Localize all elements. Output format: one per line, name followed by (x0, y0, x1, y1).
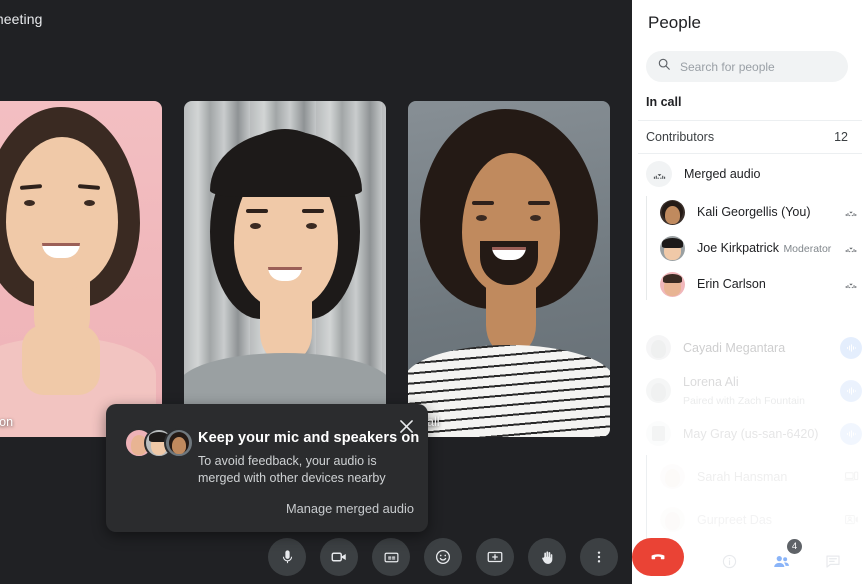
portrait-brow (246, 209, 268, 213)
presenting-camera-icon[interactable] (840, 512, 862, 527)
participant-name: Kali Georgellis (You) (697, 205, 811, 219)
participant-name: Erin Carlson (697, 277, 766, 291)
participant-name: Sarah Hansman (697, 469, 788, 484)
merged-audio-label: Merged audio (684, 167, 761, 181)
contributors-count: 12 (834, 130, 848, 144)
list-item[interactable]: Erin Carlson (660, 266, 862, 302)
contributors-label: Contributors (646, 130, 715, 144)
chat-button[interactable] (818, 546, 848, 576)
people-panel: People In call Contributors 12 Merged au… (632, 0, 862, 584)
list-item[interactable]: Cayadi Megantara (646, 326, 862, 369)
captions-button[interactable] (372, 538, 410, 576)
list-item[interactable]: Joe Kirkpatrick Moderator (660, 230, 862, 266)
list-item-text: Lorena Ali Paired with Zach Fountain (683, 373, 840, 409)
list-item[interactable]: Sarah Hansman (660, 455, 862, 498)
merged-audio-icon[interactable] (840, 277, 862, 291)
call-controls-bar (0, 530, 684, 584)
people-count-badge: 4 (787, 539, 802, 554)
portrait-eye (530, 215, 541, 221)
panel-title: People (648, 13, 701, 32)
list-item-text: Joe Kirkpatrick Moderator (697, 239, 840, 257)
avatar (660, 271, 685, 297)
merged-audio-toast: Keep your mic and speakers on To avoid f… (106, 404, 428, 532)
merged-audio-row[interactable]: Merged audio (638, 154, 862, 194)
tile-name-label: Carlson (0, 415, 14, 429)
more-options-button[interactable] (580, 538, 618, 576)
participant-name: Gurpreet Das (697, 512, 773, 527)
video-tile-grid: Carlson (0, 101, 610, 437)
portrait-hands (22, 325, 100, 395)
portrait-eye (24, 200, 35, 206)
in-call-label: In call (646, 95, 682, 109)
list-item-text: Sarah Hansman (697, 468, 840, 486)
meeting-details-button[interactable] (714, 546, 744, 576)
list-item-text: Cayadi Megantara (683, 339, 840, 357)
avatar (164, 428, 194, 458)
portrait-eye (84, 200, 95, 206)
meeting-title: meeting (0, 11, 43, 27)
video-tile[interactable]: Carlson (0, 101, 162, 437)
video-tile[interactable]: Hall (408, 101, 610, 437)
participant-role: Moderator (783, 243, 832, 255)
search-icon (657, 57, 671, 76)
merged-audio-icon[interactable] (840, 241, 862, 255)
list-item[interactable]: Lorena Ali Paired with Zach Fountain (646, 369, 862, 412)
list-item[interactable]: Kali Georgellis (You) (660, 194, 862, 230)
contributors-card: Contributors 12 Merged audio Kali George… (638, 120, 862, 302)
search-input[interactable] (680, 59, 830, 74)
toast-title: Keep your mic and speakers on (198, 430, 420, 446)
participant-name: May Gray (us-san-6420) (683, 426, 819, 441)
reactions-button[interactable] (424, 538, 462, 576)
participant-name: Lorena Ali (683, 374, 739, 389)
call-controls-group (268, 538, 684, 576)
video-stage: meeting Carlson (0, 0, 684, 584)
list-item-text: Kali Georgellis (You) (697, 203, 840, 221)
close-icon[interactable] (394, 414, 418, 438)
meet-window: meeting Carlson (0, 0, 862, 584)
manage-merged-audio-link[interactable]: Manage merged audio (286, 501, 414, 516)
portrait-brow (472, 201, 494, 205)
avatar (646, 335, 671, 360)
avatar (660, 464, 685, 489)
merged-members-group: Kali Georgellis (You) Joe Kirkpatrick Mo… (646, 194, 862, 302)
participant-name: Joe Kirkpatrick (697, 241, 779, 255)
paired-devices-group: Sarah Hansman Gurpreet Das (646, 455, 862, 541)
avatar (646, 378, 671, 403)
search-field[interactable] (646, 51, 848, 82)
toast-avatar-group (124, 428, 194, 458)
list-item[interactable]: May Gray (us-san-6420) (646, 412, 862, 455)
meeting-utility-bar: 4 (714, 539, 848, 576)
portrait-brow (528, 201, 550, 205)
participant-pairing: Paired with Zach Fountain (683, 394, 805, 407)
list-item-text: Erin Carlson (697, 275, 840, 293)
portrait-eye (476, 215, 487, 221)
avatar (660, 199, 685, 225)
raise-hand-button[interactable] (528, 538, 566, 576)
leave-call-button[interactable] (632, 538, 684, 576)
camera-button[interactable] (320, 538, 358, 576)
list-item-text: Gurpreet Das (697, 511, 840, 529)
portrait-brow (302, 209, 324, 213)
merged-audio-icon (646, 161, 672, 187)
toast-body: To avoid feedback, your audio is merged … (198, 454, 386, 485)
video-tile[interactable] (184, 101, 386, 437)
contributors-row[interactable]: Contributors 12 (638, 121, 862, 154)
audio-waveform-icon[interactable] (840, 422, 862, 445)
avatar (660, 507, 685, 532)
people-button[interactable]: 4 (766, 539, 802, 576)
participant-name: Cayadi Megantara (683, 340, 786, 355)
list-item-text: May Gray (us-san-6420) (683, 425, 840, 443)
device-pair-icon[interactable] (840, 469, 862, 484)
list-item[interactable]: Gurpreet Das (660, 498, 862, 541)
present-button[interactable] (476, 538, 514, 576)
microphone-button[interactable] (268, 538, 306, 576)
avatar (660, 235, 685, 261)
portrait-eye (306, 223, 317, 229)
merged-audio-icon[interactable] (840, 205, 862, 219)
other-participants-list: Cayadi Megantara Lorena Ali Paired with … (646, 326, 862, 541)
portrait-eye (250, 223, 261, 229)
audio-waveform-icon[interactable] (840, 336, 862, 359)
audio-waveform-icon[interactable] (840, 379, 862, 402)
avatar (646, 421, 671, 446)
